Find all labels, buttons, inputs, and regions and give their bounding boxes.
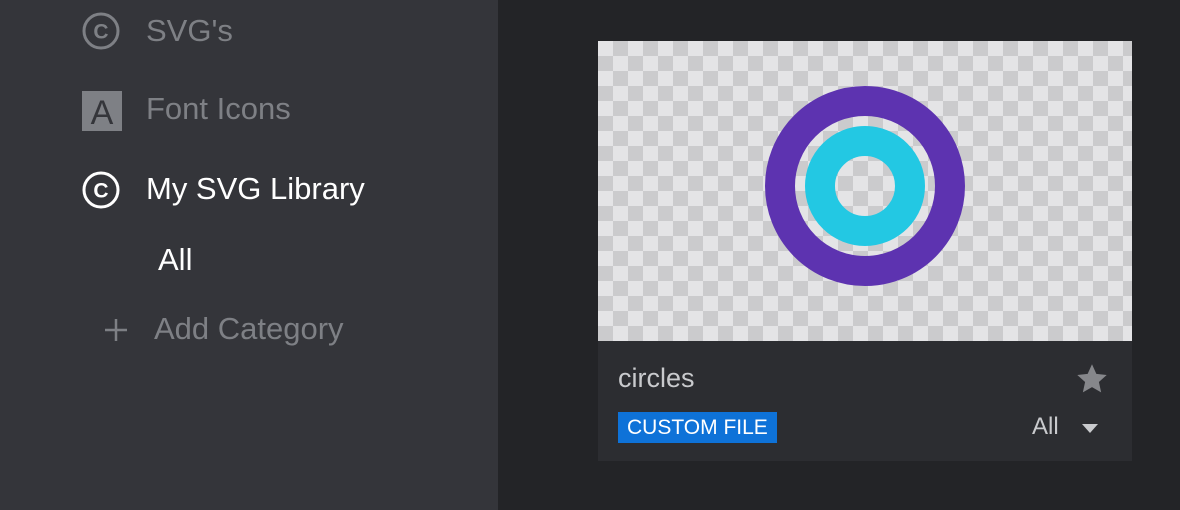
svg-text:A: A — [91, 94, 114, 131]
add-category-label: Add Category — [154, 311, 344, 346]
custom-file-badge: CUSTOM FILE — [618, 412, 777, 443]
copyright-circle-icon: C — [81, 170, 121, 215]
star-icon[interactable] — [1074, 361, 1110, 402]
asset-card[interactable]: circles CUSTOM FILE All — [598, 41, 1132, 461]
svg-text:C: C — [93, 180, 108, 203]
sidebar-item-font-icons[interactable]: A Font Icons — [80, 88, 380, 132]
sidebar-subitem-label: All — [158, 242, 193, 277]
svg-text:C: C — [93, 21, 108, 44]
circles-artwork — [765, 86, 965, 286]
add-category-button[interactable]: Add Category — [100, 308, 380, 352]
sidebar-item-label: My SVG Library — [146, 171, 365, 206]
sidebar-item-my-svg-library[interactable]: C My SVG Library — [80, 168, 400, 212]
asset-preview[interactable] — [598, 41, 1132, 341]
sidebar-item-svgs[interactable]: C SVG's — [80, 10, 380, 54]
sidebar: C SVG's A Font Icons C My SVG Library Al… — [0, 0, 498, 510]
letter-a-square-icon: A — [82, 91, 122, 136]
asset-name: circles — [618, 363, 695, 393]
caret-down-icon — [1082, 421, 1098, 439]
sidebar-subitem-all[interactable]: All — [158, 240, 238, 280]
category-select[interactable]: All — [1032, 409, 1104, 445]
sidebar-item-label: SVG's — [146, 13, 233, 48]
plus-icon — [104, 318, 128, 347]
sidebar-item-label: Font Icons — [146, 91, 291, 126]
category-value: All — [1032, 413, 1059, 440]
copyright-circle-icon: C — [81, 11, 121, 56]
